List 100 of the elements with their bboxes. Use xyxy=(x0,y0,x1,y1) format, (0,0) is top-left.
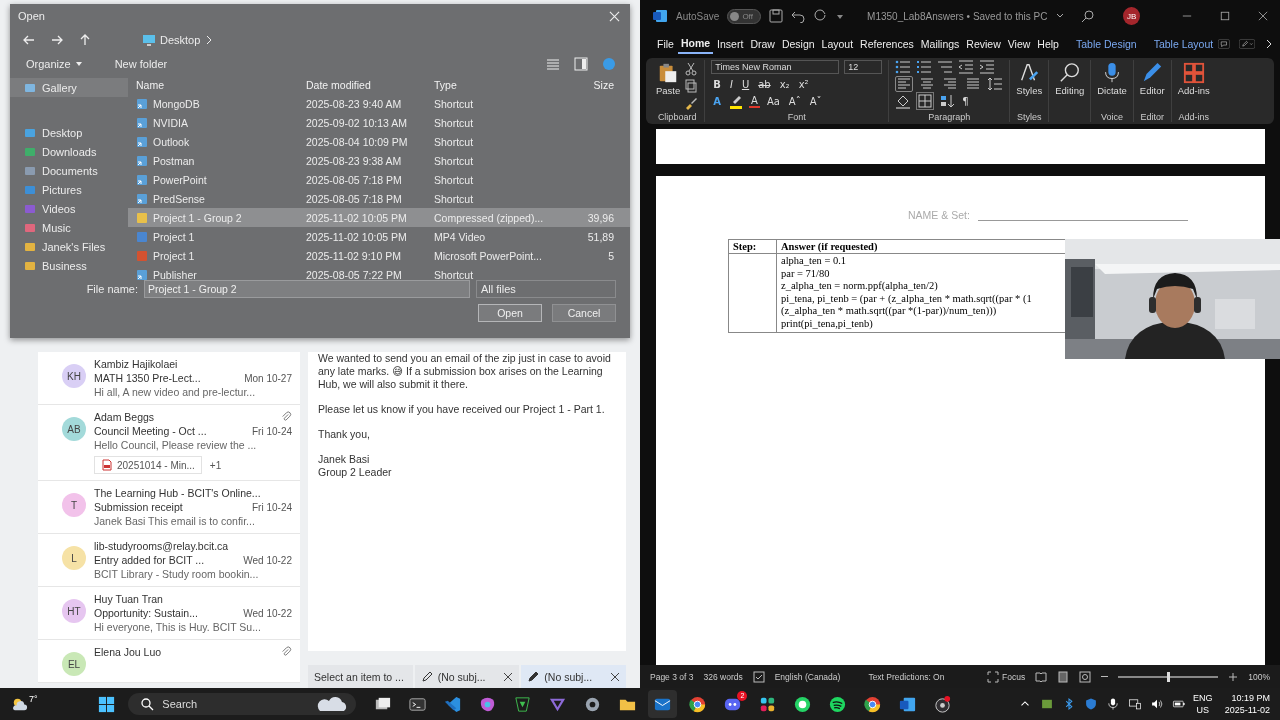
file-name-field[interactable]: Project 1 - Group 2 xyxy=(144,280,470,298)
sort-icon[interactable] xyxy=(939,93,956,109)
back-arrow-icon[interactable] xyxy=(22,33,36,47)
column-header[interactable]: Name xyxy=(128,79,306,91)
ribbon-tab[interactable]: Design xyxy=(778,35,818,53)
new-folder-button[interactable]: New folder xyxy=(114,58,168,70)
format-button[interactable]: x₂ xyxy=(777,78,792,90)
browser-icon[interactable] xyxy=(863,694,883,714)
nav-item[interactable]: Downloads xyxy=(10,142,128,161)
zoom-in-icon[interactable] xyxy=(1228,671,1239,682)
breadcrumb[interactable]: Desktop xyxy=(160,34,201,46)
editor-button[interactable]: Editor xyxy=(1139,60,1165,96)
speaker-icon[interactable] xyxy=(1150,697,1165,711)
ribbon-tab[interactable]: Review xyxy=(963,35,1004,53)
nav-item[interactable]: Business xyxy=(10,256,128,275)
ribbon-tab[interactable]: References xyxy=(857,35,917,53)
ribbon-tab[interactable]: Layout xyxy=(818,35,857,53)
add-ins-button[interactable]: Add-ins xyxy=(1177,60,1210,96)
document-title[interactable]: M1350_Lab8Answers • Saved to this PC xyxy=(867,10,1048,22)
window-tab[interactable]: Select an item to ... xyxy=(308,665,413,688)
message-item[interactable]: AB Adam Beggs Council Meeting - Oct ... Fri 10-24 Hello Council, Please review the ... 20251014 - Min... +1 xyxy=(38,405,300,481)
ribbon-tab[interactable]: Draw xyxy=(747,35,778,53)
ribbon-tab[interactable]: Mailings xyxy=(917,35,963,53)
save-icon[interactable] xyxy=(769,9,784,23)
file-row[interactable]: NVIDIA 2025-09-02 10:13 AM Shortcut xyxy=(128,113,630,132)
file-row[interactable]: Outlook 2025-08-04 10:09 PM Shortcut xyxy=(128,132,630,151)
search-icon[interactable] xyxy=(1081,9,1096,23)
format-button[interactable]: I xyxy=(727,78,735,90)
microphone-icon[interactable] xyxy=(1106,697,1121,711)
font-size-dropdown[interactable]: 12 xyxy=(844,60,883,74)
font-name-dropdown[interactable]: Times New Roman xyxy=(711,60,840,74)
language-status[interactable]: English (Canada) xyxy=(774,671,841,682)
close-icon[interactable] xyxy=(503,671,514,682)
up-arrow-icon[interactable] xyxy=(78,33,92,47)
window-tab[interactable]: (No subj... xyxy=(521,665,626,688)
numbering-icon[interactable] xyxy=(916,59,933,75)
message-item[interactable]: HT Huy Tuan Tran Opportunity: Sustain... Wed 10-22 Hi everyone, This is Huy. BCIT Su... xyxy=(38,587,300,640)
proofing-icon[interactable] xyxy=(752,670,765,683)
ribbon-tab[interactable]: File xyxy=(654,35,677,53)
format-button[interactable]: x² xyxy=(796,78,811,90)
file-row[interactable]: MongoDB 2025-08-23 9:40 AM Shortcut xyxy=(128,94,630,113)
column-header[interactable]: Date modified xyxy=(306,79,434,91)
windows-logo-icon[interactable] xyxy=(97,694,117,714)
ribbon-tab[interactable]: Insert xyxy=(714,35,747,53)
dictate-button[interactable]: Dictate xyxy=(1097,60,1127,96)
file-row[interactable]: Project 1 2025-11-02 9:10 PM Microsoft PowerPoint... 5 xyxy=(128,246,630,265)
message-item[interactable]: KH Kambiz Hajikolaei MATH 1350 Pre-Lect... Mon 10-27 Hi all, A new video and pre-lectur... xyxy=(38,352,300,405)
nav-item[interactable]: Music xyxy=(10,218,128,237)
organize-menu[interactable]: Organize xyxy=(26,58,71,70)
web-layout-icon[interactable] xyxy=(1079,670,1092,683)
read-mode-icon[interactable] xyxy=(1035,670,1048,683)
ribbon-tab[interactable]: Help xyxy=(1034,35,1062,53)
ribbon-tab[interactable]: View xyxy=(1004,35,1034,53)
column-header[interactable]: Type xyxy=(434,79,574,91)
format-button[interactable]: B xyxy=(711,78,723,90)
cancel-button[interactable]: Cancel xyxy=(552,304,616,322)
redo-icon[interactable] xyxy=(813,9,828,23)
close-icon[interactable] xyxy=(1258,11,1268,21)
format-button[interactable]: U xyxy=(739,78,752,90)
message-item[interactable]: T The Learning Hub - BCIT's Online... Submission receipt Fri 10-24 Janek Basi This email is to confir... xyxy=(38,481,300,534)
line-spacing-icon[interactable] xyxy=(987,76,1004,92)
network-icon[interactable] xyxy=(1128,697,1143,711)
address-bar[interactable]: Desktop xyxy=(136,31,221,49)
maximize-icon[interactable] xyxy=(1220,11,1230,21)
attachment-chip[interactable]: 20251014 - Min... xyxy=(94,456,202,474)
paste-button[interactable]: Paste xyxy=(656,60,681,96)
ribbon-tab[interactable]: Table Design xyxy=(1072,35,1140,53)
word-count[interactable]: 326 words xyxy=(703,671,743,682)
nav-item[interactable]: Janek's Files xyxy=(10,237,128,256)
nav-item[interactable]: Gallery xyxy=(10,78,128,97)
message-item[interactable]: EL Elena Jou Luo xyxy=(38,640,300,683)
more-attachments[interactable]: +1 xyxy=(209,459,222,471)
ribbon-tab[interactable]: Table Layout xyxy=(1150,35,1217,53)
highlighter-icon[interactable] xyxy=(728,93,745,109)
user-avatar[interactable]: JB xyxy=(1123,7,1140,25)
ribbon-tab[interactable]: Home xyxy=(677,34,714,54)
format-button[interactable]: ab xyxy=(756,78,773,90)
shading-icon[interactable] xyxy=(895,93,912,109)
brush-icon[interactable] xyxy=(684,96,699,110)
undo-icon[interactable] xyxy=(791,9,806,23)
slider-thumb[interactable] xyxy=(1167,671,1171,682)
column-header[interactable]: Size xyxy=(574,79,614,91)
text-predictions-status[interactable]: Text Predictions: On xyxy=(868,671,945,682)
nav-item[interactable]: Desktop xyxy=(10,123,128,142)
page-count[interactable]: Page 3 of 3 xyxy=(650,671,694,682)
close-icon[interactable] xyxy=(610,671,620,682)
align-left-button[interactable] xyxy=(895,76,914,92)
focus-button[interactable]: Focus xyxy=(987,670,1026,683)
nav-item[interactable]: Videos xyxy=(10,199,128,218)
styles-button[interactable]: Styles xyxy=(1016,60,1043,96)
font-color-button[interactable]: A xyxy=(749,94,760,108)
decrease-indent-icon[interactable] xyxy=(958,59,975,75)
borders-icon[interactable] xyxy=(916,92,935,110)
window-tab[interactable]: (No subj... xyxy=(414,665,520,688)
file-row[interactable]: Project 1 2025-11-02 10:05 PM MP4 Video 51,89 xyxy=(128,227,630,246)
file-row[interactable]: PredSense 2025-08-05 7:18 PM Shortcut xyxy=(128,189,630,208)
clock[interactable]: 10:19 PM 2025-11-02 xyxy=(1224,692,1270,716)
shield-icon[interactable] xyxy=(1084,697,1099,711)
nav-item[interactable]: Documents xyxy=(10,161,128,180)
show-formatting-button[interactable]: ¶ xyxy=(960,95,971,107)
